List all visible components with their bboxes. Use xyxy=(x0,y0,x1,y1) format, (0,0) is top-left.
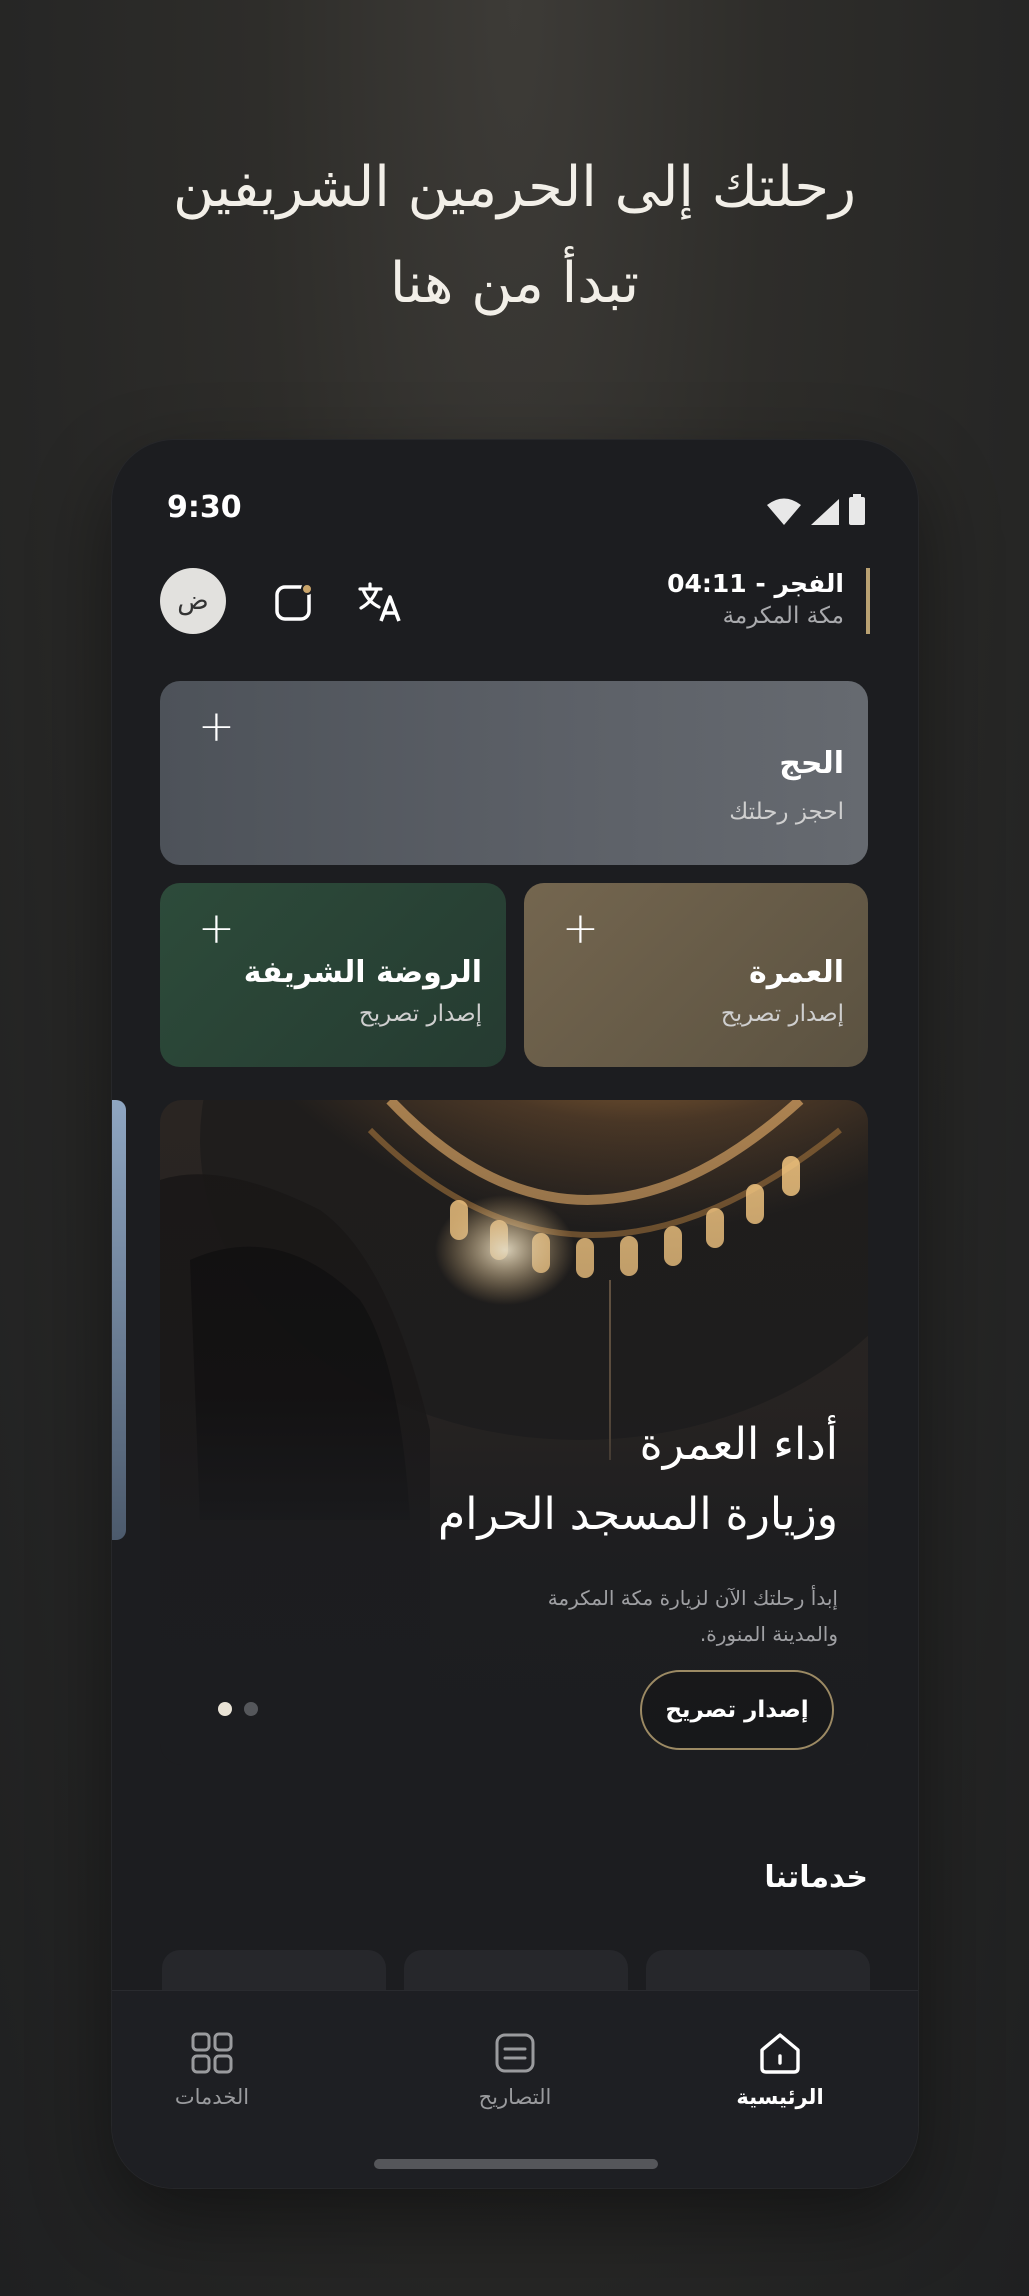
carousel-dot[interactable] xyxy=(244,1702,258,1716)
umrah-card-subtitle: إصدار تصريح xyxy=(720,1001,844,1027)
wifi-icon xyxy=(767,498,801,525)
battery-icon xyxy=(849,494,865,525)
add-icon: + xyxy=(198,903,235,954)
status-bar: 9:30 xyxy=(112,490,918,530)
status-icons xyxy=(766,494,866,526)
tab-services[interactable]: الخدمات xyxy=(122,2029,302,2109)
services-grid-icon xyxy=(188,2029,236,2077)
bottom-tab-bar: الرئيسية التصاريح الخدمات xyxy=(112,1990,918,2188)
tab-home-label: الرئيسية xyxy=(736,2085,824,2109)
banner-description: إبدأ رحلتك الآن لزيارة مكة المكرمة والمد… xyxy=(547,1586,838,1646)
services-section-title: خدماتنا xyxy=(764,1860,868,1895)
tab-home[interactable]: الرئيسية xyxy=(690,2029,870,2109)
banner-title-line-2: وزيارة المسجد الحرام xyxy=(437,1489,838,1540)
status-time: 9:30 xyxy=(167,490,242,525)
carousel-dots xyxy=(218,1702,258,1716)
hajj-card[interactable]: + الحج احجز رحلتك xyxy=(160,681,868,865)
hajj-card-title: الحج xyxy=(779,746,844,781)
carousel-dot-active[interactable] xyxy=(218,1702,232,1716)
add-icon: + xyxy=(562,903,599,954)
rawdah-card[interactable]: + الروضة الشريفة إصدار تصريح xyxy=(160,883,506,1067)
home-icon xyxy=(756,2029,804,2077)
notification-icon[interactable] xyxy=(270,578,318,626)
promo-banner[interactable]: أداء العمرة وزيارة المسجد الحرام إبدأ رح… xyxy=(160,1100,868,1765)
headline-line-1: رحلتك إلى الحرمين الشريفين xyxy=(172,155,857,220)
umrah-card-title: العمرة xyxy=(749,955,844,990)
tab-permits-label: التصاريح xyxy=(478,2085,552,2109)
rawdah-card-title: الروضة الشريفة xyxy=(243,955,482,990)
prayer-time: الفجر - 04:11 xyxy=(667,569,844,598)
issue-permit-button[interactable]: إصدار تصريح xyxy=(640,1670,834,1750)
app-header: ض الفجر - 04:11 مكة المكرمة xyxy=(160,568,870,638)
promo-headline: رحلتك إلى الحرمين الشريفين تبدأ من هنا xyxy=(0,140,1029,332)
home-indicator[interactable] xyxy=(374,2159,658,2169)
prayer-city: مكة المكرمة xyxy=(722,603,844,629)
umrah-card[interactable]: + العمرة إصدار تصريح xyxy=(524,883,868,1067)
phone-frame: 9:30 ض الفجر - 04:11 مكة المكرمة + الحج … xyxy=(112,440,918,2188)
prayer-time-widget[interactable]: الفجر - 04:11 مكة المكرمة xyxy=(667,568,870,634)
banner-title: أداء العمرة وزيارة المسجد الحرام xyxy=(438,1410,838,1550)
translate-icon[interactable] xyxy=(356,578,404,626)
tab-permits[interactable]: التصاريح xyxy=(425,2029,605,2109)
avatar[interactable]: ض xyxy=(160,568,226,634)
permits-icon xyxy=(491,2029,539,2077)
cellular-signal-icon xyxy=(811,499,839,525)
rawdah-card-subtitle: إصدار تصريح xyxy=(358,1001,482,1027)
hajj-card-subtitle: احجز رحلتك xyxy=(729,799,844,825)
previous-slide-peek[interactable] xyxy=(112,1100,126,1540)
headline-line-2: تبدأ من هنا xyxy=(389,251,640,316)
add-icon: + xyxy=(198,701,235,752)
banner-title-line-1: أداء العمرة xyxy=(639,1419,838,1470)
tab-services-label: الخدمات xyxy=(174,2085,250,2109)
